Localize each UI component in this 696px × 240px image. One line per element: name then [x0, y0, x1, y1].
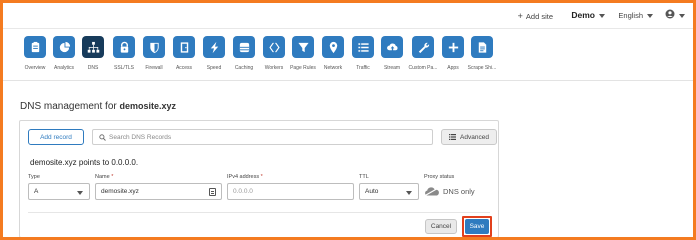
cloud-icon — [424, 187, 440, 196]
lightning-icon — [203, 36, 225, 58]
ipv4-label: IPv4 address * — [227, 174, 263, 180]
chevron-down-icon — [77, 191, 83, 195]
type-value: A — [34, 188, 39, 195]
account-name: Demo — [571, 10, 595, 20]
dns-toolbar: Add record Advanced — [28, 129, 497, 145]
save-button[interactable]: Save — [465, 219, 489, 234]
required-marker: * — [111, 174, 114, 180]
page-title: DNS management for demosite.xyz — [20, 101, 176, 112]
proxy-status-toggle[interactable]: DNS only — [424, 187, 475, 196]
list-settings-icon — [449, 134, 457, 140]
plus-icon — [442, 36, 464, 58]
user-icon — [665, 9, 675, 19]
chevron-down-icon — [679, 14, 685, 19]
wrench-icon — [412, 36, 434, 58]
advanced-label: Advanced — [460, 133, 489, 141]
ttl-label-text: TTL — [359, 174, 369, 180]
ttl-label: TTL — [359, 174, 369, 180]
language-label: English — [618, 11, 643, 20]
shield-icon — [143, 36, 165, 58]
proxy-status-label: Proxy status — [424, 174, 454, 180]
lock-icon — [113, 36, 135, 58]
server-icon — [233, 36, 255, 58]
search-box[interactable] — [92, 129, 433, 145]
ipv4-label-text: IPv4 address — [227, 174, 260, 180]
search-input[interactable] — [109, 133, 409, 141]
door-icon — [173, 36, 195, 58]
app-scrape-shield[interactable]: Scrape Shi... — [467, 36, 497, 71]
location-pin-icon — [322, 36, 344, 58]
add-site-label: Add site — [525, 12, 553, 21]
points-to-text: demosite.xyz points to 0.0.0.0. — [30, 158, 139, 167]
language-dropdown[interactable]: English — [618, 11, 653, 20]
list-icon — [352, 36, 374, 58]
add-record-button[interactable]: Add record — [28, 129, 84, 145]
required-marker: * — [260, 174, 263, 180]
advanced-button[interactable]: Advanced — [441, 129, 497, 145]
contact-card-icon — [209, 188, 216, 196]
ipv4-placeholder: 0.0.0.0 — [233, 188, 253, 195]
proxy-status-value: DNS only — [443, 187, 475, 196]
name-value: demosite.xyz — [101, 188, 139, 195]
account-dropdown[interactable]: Demo — [571, 10, 605, 20]
page-title-domain: demosite.xyz — [119, 101, 177, 111]
plus-icon: + — [517, 11, 523, 21]
proxy-label-text: Proxy status — [424, 174, 455, 180]
document-icon — [471, 36, 493, 58]
type-select[interactable]: A — [28, 183, 90, 200]
ttl-value: Auto — [365, 188, 379, 195]
type-label-text: Type — [28, 174, 40, 180]
cancel-button[interactable]: Cancel — [425, 219, 457, 234]
dns-record-card: Add record Advanced demosite.xyz points … — [19, 120, 499, 238]
divider — [3, 80, 693, 81]
analytics-icon — [53, 36, 75, 58]
chevron-down-icon — [647, 14, 653, 19]
top-bar: + Add site Demo English — [3, 3, 693, 29]
search-icon — [99, 133, 106, 141]
name-field[interactable]: demosite.xyz — [95, 183, 222, 200]
ipv4-address-field[interactable]: 0.0.0.0 — [227, 183, 354, 200]
cloud-upload-icon — [381, 36, 403, 58]
app-label: Scrape Shi... — [467, 65, 497, 71]
dns-icon — [82, 36, 104, 58]
chevron-down-icon — [599, 13, 605, 18]
divider — [28, 212, 490, 213]
ttl-select[interactable]: Auto — [359, 183, 419, 200]
name-label: Name * — [95, 174, 113, 180]
user-menu[interactable] — [665, 9, 685, 22]
page-title-prefix: DNS management for — [20, 101, 117, 112]
workers-icon — [263, 36, 285, 58]
funnel-icon — [292, 36, 314, 58]
type-label: Type — [28, 174, 40, 180]
name-label-text: Name — [95, 174, 110, 180]
add-site-link[interactable]: + Add site — [518, 11, 553, 21]
chevron-down-icon — [406, 191, 412, 195]
overview-icon — [24, 36, 46, 58]
